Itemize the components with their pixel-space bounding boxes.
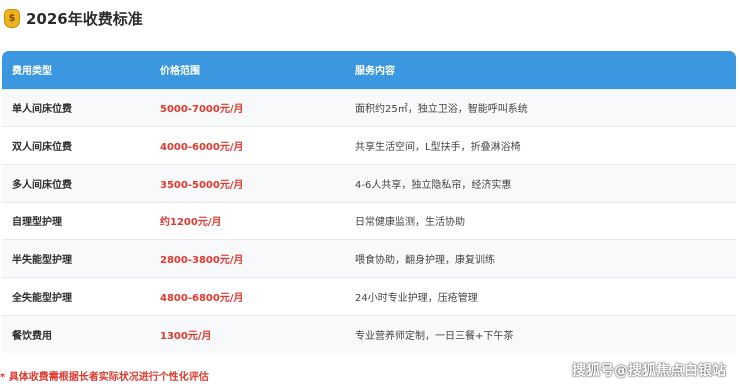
price-cell: 4000-6000元/月 — [160, 126, 355, 165]
watermark: 搜狐号@搜狐焦点白银站 — [572, 363, 726, 379]
column-header-price-range: 价格范围 — [160, 66, 200, 78]
page-header: $ 2026年收费标准 — [0, 4, 740, 32]
fee-type-cell: 半失能型护理 — [2, 239, 160, 278]
column-header-fee-type: 费用类型 — [12, 66, 52, 78]
money-bag-icon: $ — [4, 8, 20, 28]
service-cell: 喂食协助，翻身护理，康复训练 — [355, 239, 736, 278]
table-row: 双人间床位费 4000-6000元/月 共享生活空间，L型扶手，折叠淋浴椅 — [2, 126, 736, 165]
price-cell: 2800-3800元/月 — [160, 239, 355, 278]
table-row: 全失能型护理 4800-6800元/月 24小时专业护理，压疮管理 — [2, 276, 736, 316]
table-row: 多人间床位费 3500-5000元/月 4-6人共享，独立隐私帘，经济实惠 — [2, 163, 736, 203]
service-cell: 日常健康监测，生活协助 — [355, 201, 736, 240]
fee-type-cell: 单人间床位费 — [2, 88, 160, 127]
fee-type-cell: 多人间床位费 — [2, 163, 160, 203]
table-row: 半失能型护理 2800-3800元/月 喂食协助，翻身护理，康复训练 — [2, 239, 736, 278]
fee-type-cell: 餐饮费用 — [2, 314, 160, 353]
price-cell: 1300元/月 — [160, 314, 355, 353]
fee-type-cell: 双人间床位费 — [2, 126, 160, 165]
column-header-service-content: 服务内容 — [355, 66, 395, 78]
service-cell: 4-6人共享，独立隐私帘，经济实惠 — [355, 163, 736, 203]
fee-type-cell: 自理型护理 — [2, 201, 160, 240]
service-cell: 面积约25㎡，独立卫浴，智能呼叫系统 — [355, 88, 736, 127]
price-cell: 约1200元/月 — [160, 201, 355, 240]
table-row: 自理型护理 约1200元/月 日常健康监测，生活协助 — [2, 201, 736, 240]
service-cell: 共享生活空间，L型扶手，折叠淋浴椅 — [355, 126, 736, 165]
footnote: * 具体收费需根据长者实际状况进行个性化评估 — [0, 372, 209, 383]
table-header-row: 费用类型 价格范围 服务内容 — [2, 51, 736, 89]
table-row: 餐饮费用 1300元/月 专业营养师定制，一日三餐+下午茶 — [2, 314, 736, 353]
price-cell: 3500-5000元/月 — [160, 163, 355, 203]
fee-table: 费用类型 价格范围 服务内容 单人间床位费 5000-7000元/月 面积约25… — [2, 51, 736, 353]
table-row: 单人间床位费 5000-7000元/月 面积约25㎡，独立卫浴，智能呼叫系统 — [2, 88, 736, 127]
price-cell: 5000-7000元/月 — [160, 88, 355, 127]
service-cell: 专业营养师定制，一日三餐+下午茶 — [355, 314, 736, 353]
fee-type-cell: 全失能型护理 — [2, 276, 160, 316]
page-title: 2026年收费标准 — [26, 9, 143, 28]
price-cell: 4800-6800元/月 — [160, 276, 355, 316]
service-cell: 24小时专业护理，压疮管理 — [355, 276, 736, 316]
